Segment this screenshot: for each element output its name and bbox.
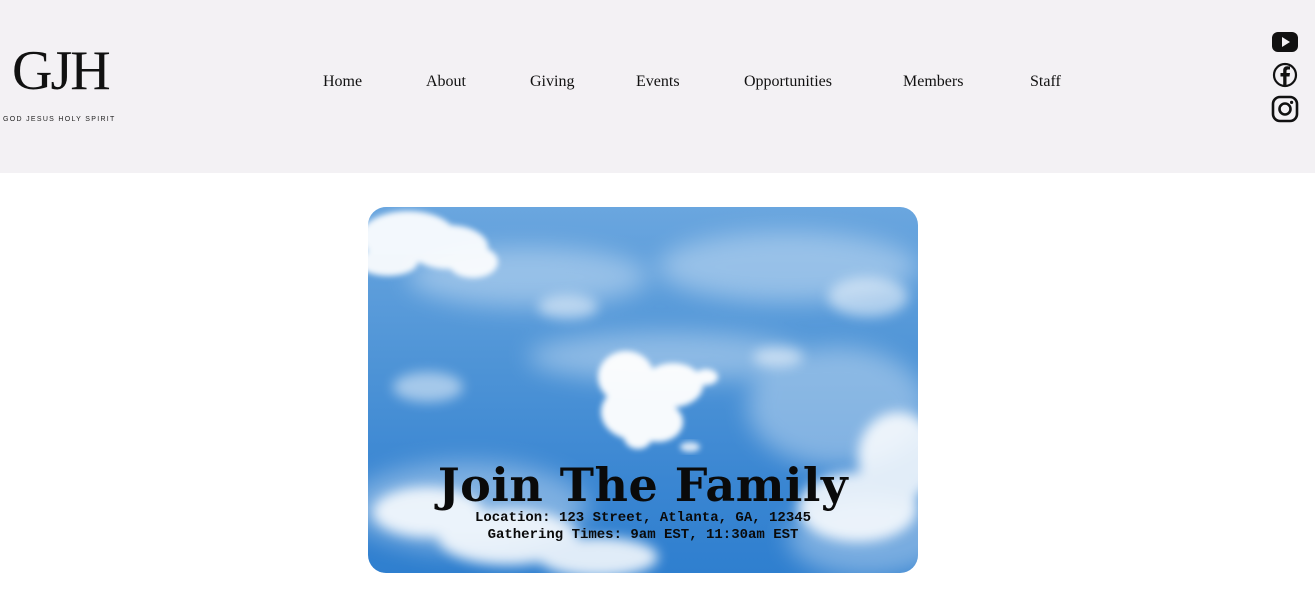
nav-item-staff[interactable]: Staff — [1030, 72, 1061, 92]
social-links — [1270, 27, 1302, 127]
hero-title: Join The Family — [437, 458, 849, 512]
nav-item-giving[interactable]: Giving — [530, 72, 574, 92]
facebook-icon[interactable] — [1270, 60, 1300, 90]
hero-gathering-times: Gathering Times: 9am EST, 11:30am EST — [487, 527, 799, 543]
nav-item-members[interactable]: Members — [903, 72, 963, 92]
main-nav: Home About Giving Events Opportunities M… — [0, 72, 1315, 92]
logo-mark: GJH — [12, 40, 111, 102]
instagram-icon[interactable] — [1270, 94, 1300, 124]
nav-item-events[interactable]: Events — [636, 72, 680, 92]
nav-item-opportunities[interactable]: Opportunities — [744, 72, 832, 92]
youtube-icon[interactable] — [1270, 27, 1300, 57]
site-header: GJH GOD JESUS HOLY SPIRIT Home About Giv… — [0, 0, 1315, 173]
nav-item-home[interactable]: Home — [323, 72, 362, 92]
hero-banner: Join The Family Location: 123 Street, At… — [368, 207, 918, 573]
hero-location: Location: 123 Street, Atlanta, GA, 12345 — [474, 510, 812, 526]
nav-item-about[interactable]: About — [426, 72, 466, 92]
logo-tagline: GOD JESUS HOLY SPIRIT — [3, 116, 116, 123]
